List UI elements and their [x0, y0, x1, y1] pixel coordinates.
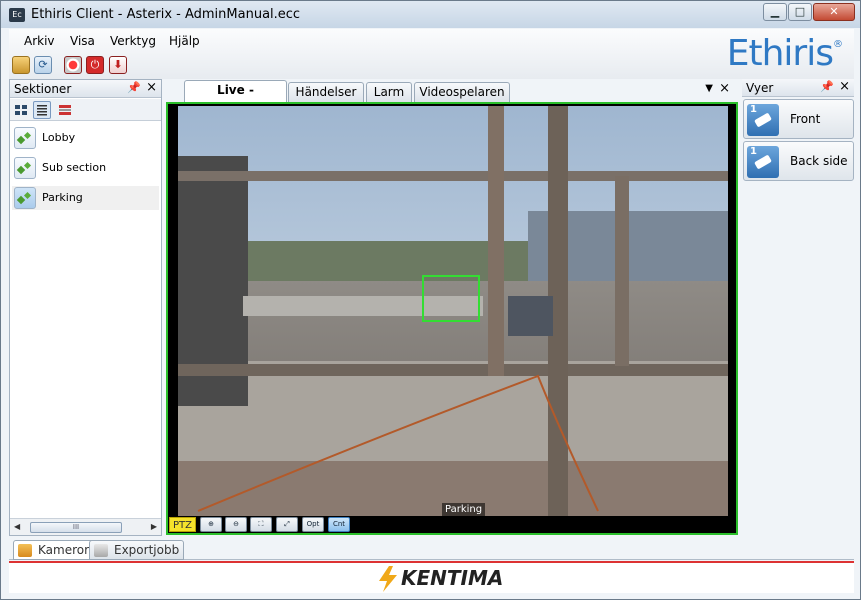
views-pane: Vyer 📌 × 1 Front 1 Back side [742, 79, 854, 536]
section-label: Lobby [42, 131, 76, 144]
camera-name-label: Parking [442, 503, 486, 516]
power-icon: ⏻ [90, 58, 100, 71]
tab-close-icon[interactable]: × [719, 81, 730, 96]
section-item-lobby[interactable]: Lobby [12, 126, 159, 150]
scroll-right-icon[interactable]: ▶ [151, 522, 157, 531]
minimize-icon: ▁ [770, 5, 780, 18]
sections-toolbar [10, 99, 161, 121]
section-icon [14, 157, 36, 179]
horizontal-scrollbar[interactable]: ◀ III ▶ [10, 518, 161, 535]
cnt-button[interactable]: Cnt [328, 517, 350, 532]
refresh-icon: ⟳ [38, 58, 48, 71]
detail-view-button[interactable] [56, 101, 74, 119]
tab-kameror-label: Kameror [38, 543, 90, 557]
ptz-toolbar: PTZ ⊕ ⊖ ⛶ ⤢ Opt Cnt [168, 516, 736, 533]
open-button[interactable] [12, 56, 30, 74]
tree-view-icon [15, 105, 27, 115]
sections-pane-close-button[interactable]: × [146, 80, 157, 95]
fullscreen-button[interactable]: ⤢ [276, 517, 298, 532]
title-bar: Ec Ethiris Client - Asterix - AdminManua… [1, 1, 860, 28]
tab-menu-icon[interactable]: ▼ [705, 83, 713, 94]
camera-icon [18, 544, 32, 557]
zoom-out-icon: ⊖ [233, 520, 239, 528]
refresh-button[interactable]: ⟳ [34, 56, 52, 74]
view-label: Front [790, 112, 821, 126]
tab-exportjobb-label: Exportjobb [114, 543, 180, 557]
menu-verktyg[interactable]: Verktyg [110, 34, 156, 48]
sections-pane-header: Sektioner 📌 × [10, 80, 161, 98]
opt-button[interactable]: Opt [302, 517, 324, 532]
pin-icon[interactable]: 📌 [127, 81, 141, 94]
fit-icon: ⛶ [258, 520, 264, 528]
kentima-bolt-icon [379, 566, 397, 592]
tab-exportjobb[interactable]: Exportjobb [89, 540, 185, 560]
close-icon: ✕ [829, 5, 839, 18]
camera-feed-scene [178, 106, 728, 516]
tab-handelser[interactable]: Händelser [288, 82, 364, 102]
section-item-sub-section[interactable]: Sub section [12, 156, 159, 180]
close-button[interactable]: ✕ [813, 3, 855, 21]
live-video-frame[interactable]: Parking PTZ ⊕ ⊖ ⛶ ⤢ Opt Cnt [166, 102, 738, 535]
section-label: Parking [42, 191, 83, 204]
sections-pane: Sektioner 📌 × Lobby Sub section Parking … [9, 79, 162, 536]
scrollbar-thumb[interactable]: III [30, 522, 122, 533]
menu-bar: Arkiv Visa Verktyg Hjälp ⟳ ⏻ ⬇ Ethiris® [9, 29, 854, 79]
maximize-button[interactable]: □ [788, 3, 812, 21]
zoom-out-button[interactable]: ⊖ [225, 517, 247, 532]
window-title: Ethiris Client - Asterix - AdminManual.e… [31, 7, 301, 22]
sections-pane-title: Sektioner [14, 82, 72, 96]
view-icon: 1 [747, 146, 779, 178]
tab-videospelaren[interactable]: Videospelaren [414, 82, 510, 102]
tab-live-dynamisk[interactable]: Live - Dynamisk [184, 80, 287, 115]
section-item-parking[interactable]: Parking [12, 186, 159, 210]
list-view-button[interactable] [33, 101, 51, 119]
logo-registered-mark: ® [833, 39, 843, 50]
export-job-icon [94, 544, 108, 557]
app-window: Ec Ethiris Client - Asterix - AdminManua… [0, 0, 861, 600]
view-icon: 1 [747, 104, 779, 136]
view-label: Back side [790, 154, 848, 168]
logo-text: Ethiris [726, 33, 834, 74]
zoom-in-button[interactable]: ⊕ [200, 517, 222, 532]
footer: KENTIMA [9, 561, 854, 593]
tree-view-button[interactable] [12, 101, 30, 119]
section-icon [14, 187, 36, 209]
menu-arkiv[interactable]: Arkiv [24, 34, 55, 48]
list-view-icon [37, 105, 47, 116]
view-button-front[interactable]: 1 Front [743, 99, 854, 139]
maximize-icon: □ [794, 5, 806, 18]
export-button[interactable]: ⬇ [109, 56, 127, 74]
fit-button[interactable]: ⛶ [250, 517, 272, 532]
ethiris-logo: Ethiris® [726, 33, 843, 74]
minimize-button[interactable]: ▁ [763, 3, 787, 21]
app-icon: Ec [9, 8, 25, 22]
camera-feed-image[interactable]: Parking [178, 106, 728, 516]
tab-larm[interactable]: Larm [366, 82, 412, 102]
section-label: Sub section [42, 161, 107, 174]
power-button[interactable]: ⏻ [86, 56, 104, 74]
center-tabstrip: Live - Dynamisk Händelser Larm Videospel… [164, 79, 738, 115]
view-button-back-side[interactable]: 1 Back side [743, 141, 854, 181]
zoom-in-icon: ⊕ [208, 520, 214, 528]
view-number: 1 [750, 146, 757, 157]
bottom-tabstrip: Kameror Exportjobb [9, 538, 854, 560]
menu-visa[interactable]: Visa [70, 34, 95, 48]
section-icon [14, 127, 36, 149]
views-pane-header: Vyer 📌 × [742, 79, 854, 97]
detail-view-icon [59, 105, 71, 115]
view-number: 1 [750, 104, 757, 115]
ptz-label[interactable]: PTZ [169, 517, 196, 532]
record-button[interactable] [64, 56, 82, 74]
tab-kameror[interactable]: Kameror [13, 540, 95, 560]
fullscreen-icon: ⤢ [284, 520, 290, 528]
pin-icon[interactable]: 📌 [820, 80, 834, 93]
menu-hjalp[interactable]: Hjälp [169, 34, 200, 48]
kentima-logo: KENTIMA [377, 566, 503, 592]
views-pane-close-button[interactable]: × [839, 79, 850, 94]
scroll-left-icon[interactable]: ◀ [14, 522, 20, 531]
export-icon: ⬇ [113, 58, 123, 71]
views-pane-title: Vyer [746, 81, 774, 95]
